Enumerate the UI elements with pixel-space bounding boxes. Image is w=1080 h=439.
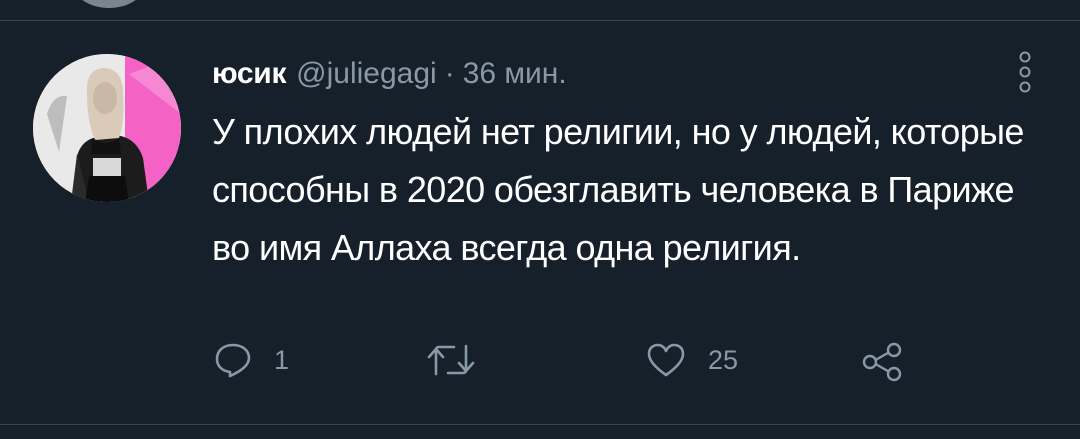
- share-button[interactable]: [860, 342, 904, 382]
- retweet-button[interactable]: [426, 342, 498, 378]
- heart-icon: [646, 342, 686, 378]
- share-icon: [860, 342, 904, 382]
- comment-bubble-icon: [214, 342, 252, 378]
- reply-count: 1: [274, 344, 290, 375]
- retweet-icon: [426, 342, 476, 378]
- timestamp[interactable]: 36 мин.: [463, 57, 567, 91]
- user-handle[interactable]: @juliegagi: [296, 57, 437, 91]
- reply-button[interactable]: 1: [214, 342, 289, 378]
- divider: [0, 20, 1080, 21]
- avatar[interactable]: [33, 54, 181, 202]
- divider: [0, 424, 1080, 425]
- separator-dot: ·: [444, 57, 455, 90]
- like-count: 25: [708, 344, 739, 375]
- tweet-text: У плохих людей нет религии, но у людей, …: [212, 111, 1024, 268]
- like-button[interactable]: 25: [646, 342, 738, 378]
- previous-tweet-avatar[interactable]: [72, 0, 146, 8]
- tweet-header: юсик @juliegagi · 36 мин.: [212, 57, 567, 93]
- more-options-icon[interactable]: [1016, 50, 1034, 94]
- display-name[interactable]: юсик: [212, 57, 286, 91]
